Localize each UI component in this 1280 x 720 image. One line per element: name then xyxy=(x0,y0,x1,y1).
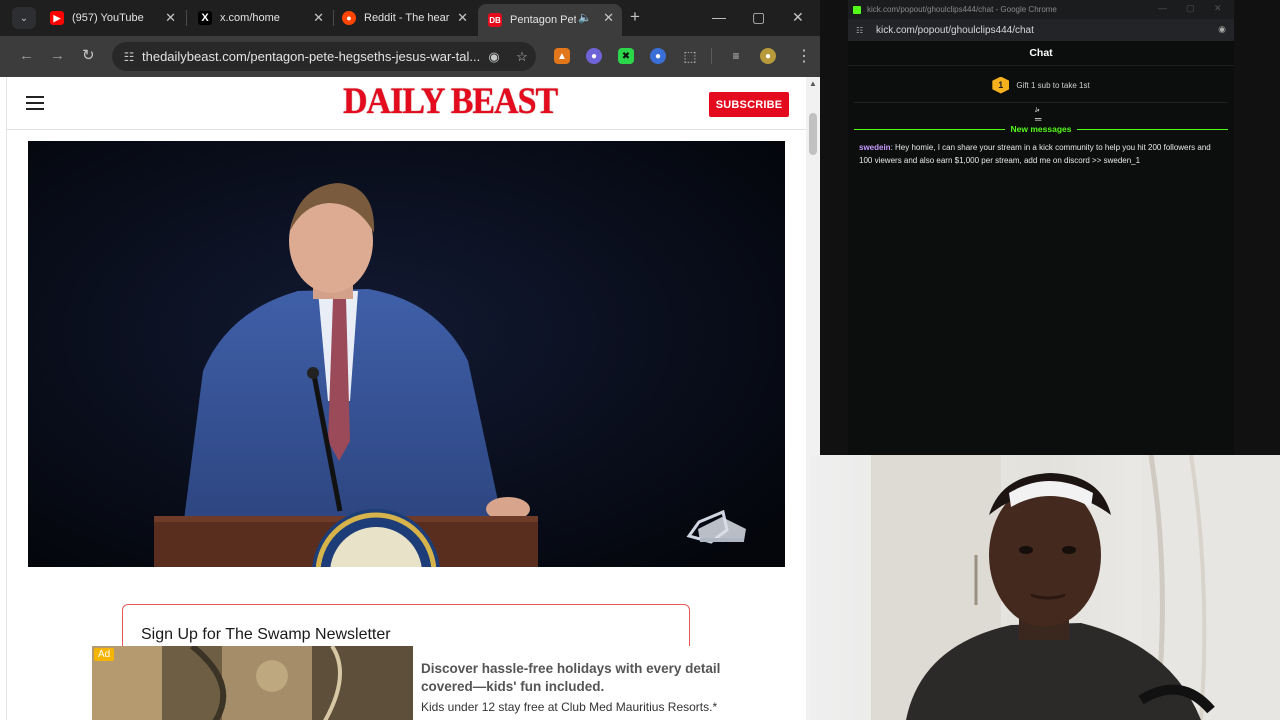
chat-address-bar[interactable]: ☷ kick.com/popout/ghoulclips444/chat ◉ xyxy=(848,19,1234,41)
site-header: DAILY BEAST SUBSCRIBE xyxy=(7,77,806,130)
tab-separator xyxy=(186,10,187,26)
collapse-chevron-icon[interactable]: ⭟ ═ xyxy=(1035,104,1041,124)
tab-x[interactable]: X x.com/home ✕ xyxy=(188,4,332,32)
maximize-icon[interactable]: ▢ xyxy=(752,9,765,25)
gift-text: Gift 1 sub to take 1st xyxy=(1016,80,1090,90)
close-tab-icon[interactable]: ✕ xyxy=(313,11,324,25)
globe-extension-icon[interactable]: ● xyxy=(650,48,666,64)
ad-image[interactable]: Ad xyxy=(92,646,413,720)
chat-username[interactable]: swedein xyxy=(859,143,891,152)
new-messages-label: New messages xyxy=(1010,124,1072,134)
reload-icon[interactable]: ↻ xyxy=(82,47,95,65)
tab-reddit[interactable]: ● Reddit - The hear ✕ xyxy=(332,4,476,32)
toolbar-divider xyxy=(711,48,712,64)
site-info-icon[interactable]: ☷ xyxy=(116,50,142,64)
tab-search-icon[interactable]: ⌄ xyxy=(12,7,36,29)
chat-url-text: kick.com/popout/ghoulclips444/chat xyxy=(876,24,1034,36)
close-tab-icon[interactable]: ✕ xyxy=(165,11,176,25)
hamburger-menu-icon[interactable] xyxy=(26,96,44,110)
ad-badge: Ad xyxy=(94,648,115,661)
advertisement[interactable]: Ad Discover hassle-free holidays with ev… xyxy=(92,646,752,720)
webcam-frame xyxy=(811,455,1280,720)
page-left-edge xyxy=(0,77,7,720)
close-tab-icon[interactable]: ✕ xyxy=(603,11,614,25)
gift-sub-row[interactable]: 1 Gift 1 sub to take 1st xyxy=(848,74,1234,96)
new-messages-divider: New messages xyxy=(854,123,1229,135)
daily-beast-icon: DB xyxy=(488,13,502,27)
divider-line xyxy=(854,128,1005,130)
divider-line xyxy=(1077,128,1229,130)
desktop-gap-right xyxy=(1234,0,1280,455)
scroll-up-arrow-icon[interactable]: ▲ xyxy=(809,79,817,88)
chat-window-title: kick.com/popout/ghoulclips444/chat - Goo… xyxy=(867,5,1057,14)
x-icon: X xyxy=(198,11,212,25)
video-frame xyxy=(28,141,785,567)
bookmark-star-icon[interactable]: ☆ xyxy=(508,49,536,65)
metamask-icon[interactable]: ▲ xyxy=(554,48,570,64)
tab-title: Reddit - The hear xyxy=(364,12,450,24)
browser-toolbar: ← → ↻ ☷ thedailybeast.com/pentagon-pete-… xyxy=(0,36,820,77)
subscribe-button[interactable]: SUBSCRIBE xyxy=(709,92,789,117)
back-icon[interactable]: ← xyxy=(19,47,34,65)
daily-beast-logo[interactable]: DAILY BEAST xyxy=(343,81,558,125)
chat-header: Chat xyxy=(848,41,1234,66)
tab-title: Pentagon Pet xyxy=(510,14,576,26)
media-control-icon[interactable]: ≡ xyxy=(728,48,744,64)
ad-subtext: Kids under 12 stay free at Club Med Maur… xyxy=(421,700,718,714)
reddit-icon: ● xyxy=(342,11,356,25)
tab-youtube[interactable]: ▶ (957) YouTube ✕ xyxy=(40,4,184,32)
close-window-icon[interactable]: ✕ xyxy=(1214,3,1222,14)
page-viewport: DAILY BEAST SUBSCRIBE Sign Up for The Sw… xyxy=(0,77,820,720)
close-tab-icon[interactable]: ✕ xyxy=(457,11,468,25)
chat-window-titlebar: kick.com/popout/ghoulclips444/chat - Goo… xyxy=(848,0,1234,19)
grid-extension-icon[interactable]: ✖ xyxy=(618,48,634,64)
webcam-feed xyxy=(811,455,1280,720)
new-tab-icon[interactable]: + xyxy=(630,8,640,26)
minimize-icon[interactable]: ― xyxy=(712,9,726,25)
scroll-thumb[interactable] xyxy=(809,113,817,155)
divider xyxy=(854,102,1228,103)
close-window-icon[interactable]: ✕ xyxy=(792,9,804,25)
newsletter-title: Sign Up for The Swamp Newsletter xyxy=(141,626,391,643)
chat-popout-window: kick.com/popout/ghoulclips444/chat - Goo… xyxy=(848,0,1234,455)
address-bar[interactable]: ☷ thedailybeast.com/pentagon-pete-hegset… xyxy=(112,42,536,71)
kick-icon xyxy=(853,5,861,14)
youtube-icon: ▶ xyxy=(50,11,64,25)
chat-message: swedein: Hey homie, I can share your str… xyxy=(859,142,1221,167)
eye-off-icon[interactable]: ◉ xyxy=(480,49,508,65)
ghost-extension-icon[interactable]: ● xyxy=(586,48,602,64)
browser-window: ⌄ ▶ (957) YouTube ✕ X x.com/home ✕ ● Red… xyxy=(0,0,820,720)
site-info-icon[interactable]: ☷ xyxy=(856,26,870,35)
extensions-puzzle-icon[interactable]: ⬚ xyxy=(682,48,698,64)
tab-daily-beast[interactable]: DB Pentagon Pet 🔈 ✕ xyxy=(478,4,622,36)
ad-headline[interactable]: Discover hassle-free holidays with every… xyxy=(421,660,721,696)
menu-kebab-icon[interactable]: ⋮ xyxy=(796,46,812,66)
video-player[interactable] xyxy=(28,141,785,567)
tab-title: (957) YouTube xyxy=(72,12,144,24)
maximize-icon[interactable]: ▢ xyxy=(1186,3,1195,14)
desktop-gap xyxy=(820,0,848,455)
tab-strip: ⌄ ▶ (957) YouTube ✕ X x.com/home ✕ ● Red… xyxy=(0,0,820,36)
speaker-icon[interactable]: 🔈 xyxy=(578,11,592,24)
ad-photo xyxy=(92,646,413,720)
tab-title: x.com/home xyxy=(220,12,280,24)
forward-icon[interactable]: → xyxy=(50,47,65,65)
eye-off-icon[interactable]: ◉ xyxy=(1218,24,1226,35)
url-text: thedailybeast.com/pentagon-pete-hegseths… xyxy=(142,49,480,64)
minimize-icon[interactable]: ― xyxy=(1158,3,1167,13)
profile-avatar[interactable]: ● xyxy=(760,48,776,64)
gift-badge: 1 xyxy=(992,76,1010,94)
chat-message-text: Hey homie, I can share your stream in a … xyxy=(859,143,1211,165)
